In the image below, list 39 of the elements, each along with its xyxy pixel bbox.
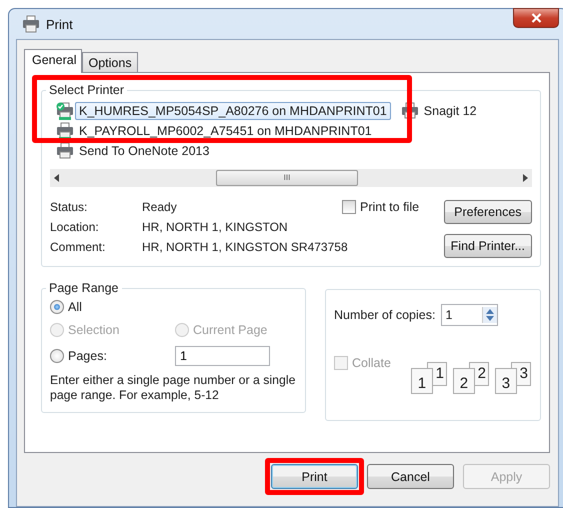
hint-text: Enter either a single page number or a single page range. For example, 5-12 — [50, 373, 296, 404]
info-value: HR, NORTH 1, KINGSTON SR473758 — [142, 240, 348, 254]
printer-item[interactable]: Snagit 12 — [420, 102, 481, 120]
pages-field[interactable]: 1 — [175, 346, 270, 366]
checkbox-label: Print to file — [360, 200, 420, 214]
tab[interactable]: Options — [82, 52, 138, 72]
radio-label: Pages: — [68, 349, 107, 363]
scroll-right-icon[interactable] — [522, 174, 528, 182]
info-value: HR, NORTH 1, KINGSTON — [142, 220, 289, 234]
dialog-button[interactable]: Find Printer... — [444, 234, 532, 258]
radio-label: Selection — [68, 323, 120, 337]
close-icon — [530, 13, 542, 23]
group-label: Page Range — [48, 281, 120, 295]
close-button[interactable] — [513, 8, 559, 28]
printer-item[interactable]: K_PAYROLL_MP6002_A75451 on MHDANPRINT01 — [75, 122, 376, 140]
printer-item[interactable]: Send To OneNote 2013 — [75, 142, 214, 160]
radio-label: Current Page — [193, 323, 268, 337]
checkbox[interactable] — [342, 200, 356, 214]
group-label: Select Printer — [48, 83, 126, 97]
info-label: Location: — [50, 220, 100, 234]
copies-spinner[interactable]: 1 — [441, 304, 498, 326]
info-value: Ready — [142, 200, 178, 214]
checkbox-label: Collate — [352, 356, 391, 370]
info-label: Comment: — [50, 240, 106, 254]
printer-icon — [22, 15, 40, 33]
scroll-left-icon[interactable] — [54, 174, 60, 182]
copies-label: Number of copies: — [334, 308, 436, 322]
window-title: Print — [46, 16, 73, 32]
scrollbar-thumb[interactable]: III — [216, 170, 358, 186]
printer-item[interactable]: K_HUMRES_MP5054SP_A80276 on MHDANPRINT01 — [75, 102, 391, 120]
horizontal-scrollbar[interactable]: III — [50, 169, 532, 187]
dialog-button[interactable]: Print — [271, 464, 358, 489]
tab[interactable]: General — [24, 49, 82, 73]
dialog-button[interactable]: Preferences — [444, 200, 532, 224]
radio-label: All — [68, 300, 82, 314]
radio-button[interactable] — [50, 300, 64, 314]
dialog-button[interactable]: Cancel — [367, 464, 454, 489]
info-label: Status: — [50, 200, 88, 214]
radio-button[interactable] — [50, 349, 64, 363]
